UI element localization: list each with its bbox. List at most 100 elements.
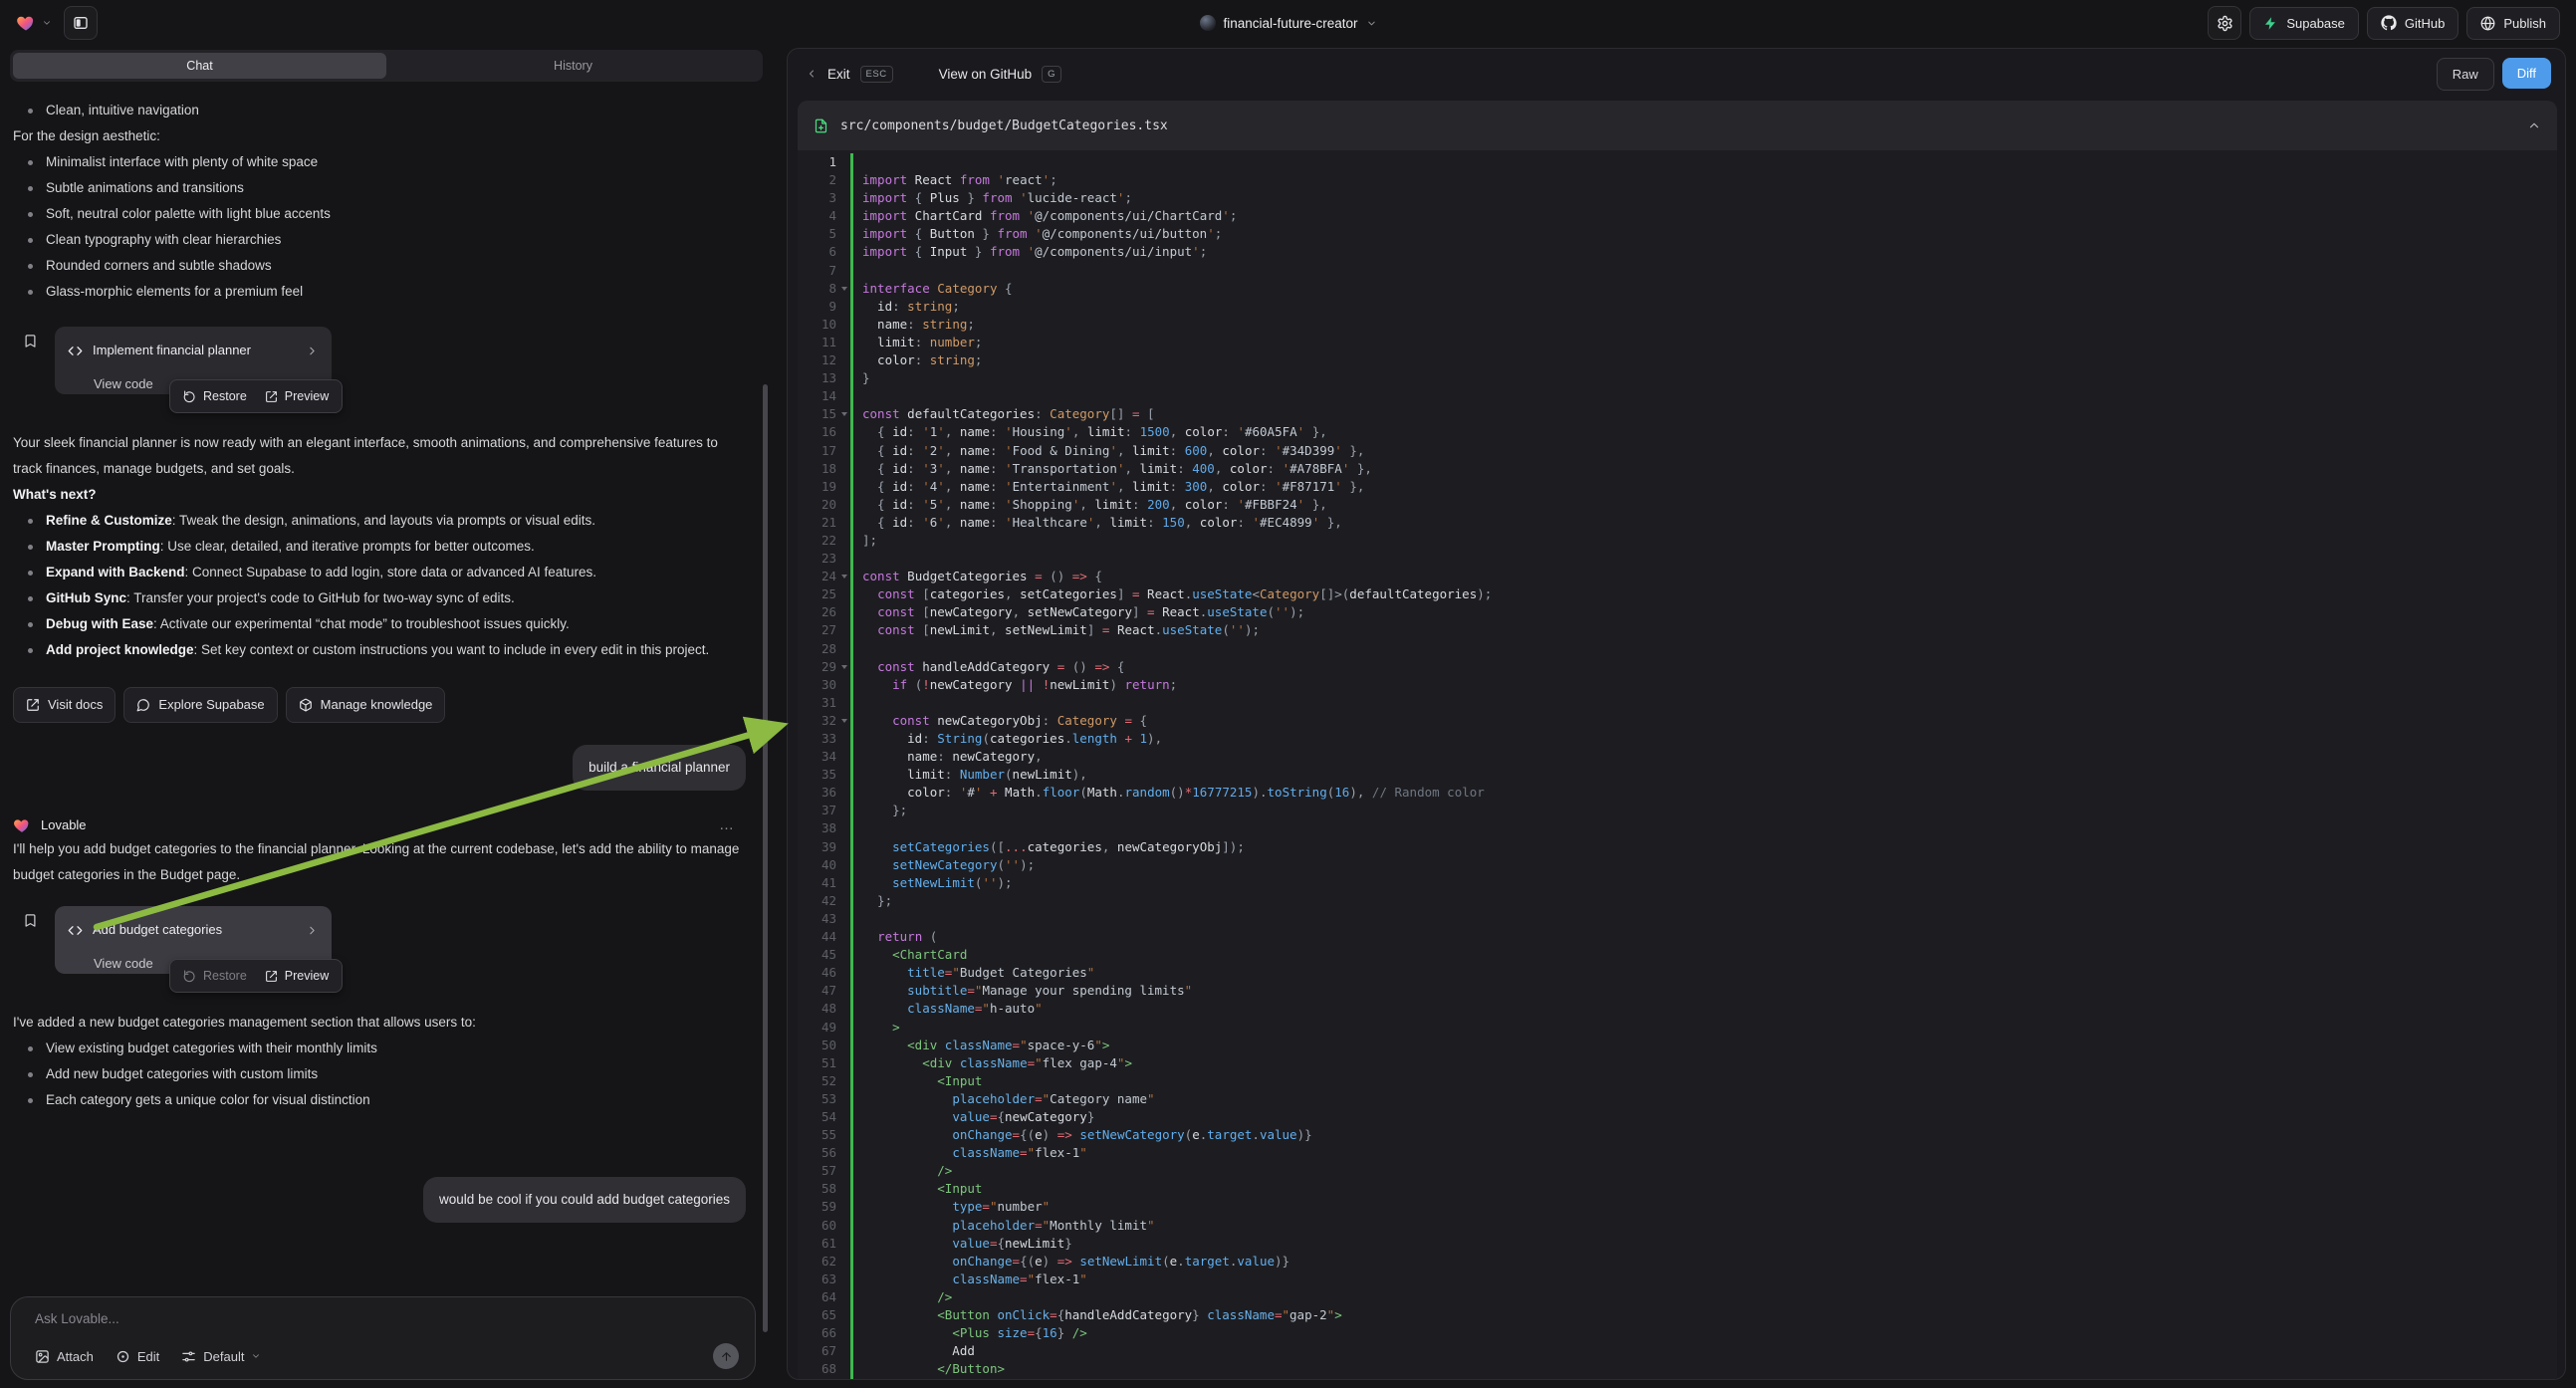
toggle-sidebar-button[interactable]: [64, 6, 98, 40]
user-message-row: build a financial planner: [13, 745, 746, 791]
restore-button[interactable]: Restore: [174, 380, 256, 412]
list-item: Minimalist interface with plenty of whit…: [13, 149, 746, 175]
explore-supabase-button[interactable]: Explore Supabase: [123, 687, 277, 723]
chat-scrollbar[interactable]: [763, 384, 768, 1332]
next-steps-list: Refine & Customize: Tweak the design, an…: [13, 508, 746, 663]
restore-button[interactable]: Restore: [174, 960, 256, 992]
exit-button[interactable]: Exit: [827, 67, 850, 82]
line-number: 60: [798, 1217, 850, 1235]
code-line: 42 };: [798, 892, 2557, 910]
attach-button[interactable]: Attach: [35, 1349, 94, 1364]
restore-icon: [183, 970, 196, 983]
code-line: 49 >: [798, 1019, 2557, 1037]
list-item: View existing budget categories with the…: [13, 1036, 746, 1061]
fold-chevron-icon[interactable]: [841, 575, 847, 578]
line-number: 55: [798, 1126, 850, 1144]
code-line: 12 color: string;: [798, 351, 2557, 369]
publish-button[interactable]: Publish: [2466, 7, 2560, 40]
line-number: 63: [798, 1271, 850, 1288]
line-number: 30: [798, 676, 850, 694]
list-item: Debug with Ease: Activate our experiment…: [13, 611, 746, 637]
message-menu-icon[interactable]: …: [719, 812, 736, 838]
supabase-button[interactable]: Supabase: [2249, 7, 2359, 40]
code-line: 68 </Button>: [798, 1360, 2557, 1378]
tab-chat[interactable]: Chat: [13, 53, 386, 79]
bookmark-icon[interactable]: [23, 333, 38, 349]
diff-toggle-button[interactable]: Diff: [2502, 58, 2551, 89]
line-number: 10: [798, 316, 850, 334]
send-button[interactable]: [713, 1343, 739, 1369]
design-heading: For the design aesthetic:: [13, 123, 746, 149]
model-selector[interactable]: Default: [181, 1349, 261, 1364]
code-line: 43: [798, 910, 2557, 928]
settings-button[interactable]: [2208, 6, 2241, 40]
code-line: 52 <Input: [798, 1072, 2557, 1090]
raw-toggle-button[interactable]: Raw: [2437, 58, 2494, 91]
code-line: 64 />: [798, 1288, 2557, 1306]
line-number: 49: [798, 1019, 850, 1037]
lovable-logo[interactable]: [16, 13, 36, 33]
fold-chevron-icon[interactable]: [841, 287, 847, 291]
visit-docs-button[interactable]: Visit docs: [13, 687, 116, 723]
tab-history[interactable]: History: [386, 53, 760, 79]
app-window: financial-future-creator Supabase GitHub…: [0, 0, 2576, 1388]
fold-chevron-icon[interactable]: [841, 665, 847, 669]
github-button[interactable]: GitHub: [2367, 7, 2459, 40]
code-line: 37 };: [798, 802, 2557, 819]
line-number: 14: [798, 387, 850, 405]
line-number: 46: [798, 964, 850, 982]
line-number: 36: [798, 784, 850, 802]
fold-chevron-icon[interactable]: [841, 412, 847, 416]
chevron-right-icon: [306, 345, 319, 357]
line-number: 56: [798, 1144, 850, 1162]
code-line: 59 type="number": [798, 1198, 2557, 1216]
g-shortcut-badge: G: [1042, 66, 1061, 83]
code-line: 26 const [newCategory, setNewCategory] =…: [798, 603, 2557, 621]
preview-button[interactable]: Preview: [256, 380, 338, 412]
line-number: 65: [798, 1306, 850, 1324]
line-number: 64: [798, 1288, 850, 1306]
chevron-up-icon[interactable]: [2527, 118, 2541, 132]
line-number: 40: [798, 856, 850, 874]
file-header[interactable]: src/components/budget/BudgetCategories.t…: [798, 101, 2557, 150]
line-number: 59: [798, 1198, 850, 1216]
bullet-list: Clean, intuitive navigation: [13, 98, 746, 123]
preview-button[interactable]: Preview: [256, 960, 338, 992]
assistant-paragraph: I've added a new budget categories manag…: [13, 1010, 746, 1036]
bookmark-icon[interactable]: [23, 912, 38, 929]
chat-input[interactable]: [35, 1311, 739, 1343]
code-line: 60 placeholder="Monthly limit": [798, 1217, 2557, 1235]
line-number: 67: [798, 1342, 850, 1360]
line-number: 54: [798, 1108, 850, 1126]
list-item: Master Prompting: Use clear, detailed, a…: [13, 534, 746, 560]
chat-bubble-icon: [136, 698, 150, 712]
code-panel-header: Exit ESC View on GitHub G Raw Diff: [788, 49, 2565, 99]
project-switcher[interactable]: financial-future-creator: [1199, 0, 1376, 46]
code-line: 22];: [798, 532, 2557, 550]
line-number: 22: [798, 532, 850, 550]
fold-chevron-icon[interactable]: [841, 719, 847, 723]
chevron-down-icon[interactable]: [42, 18, 52, 28]
code-editor[interactable]: 12import React from 'react';3import { Pl…: [798, 150, 2557, 1379]
chat-messages[interactable]: Clean, intuitive navigation For the desi…: [0, 90, 759, 1296]
edit-button[interactable]: Edit: [116, 1349, 159, 1364]
line-number: 34: [798, 748, 850, 766]
code-line: 38: [798, 819, 2557, 837]
line-number: 52: [798, 1072, 850, 1090]
list-item: GitHub Sync: Transfer your project's cod…: [13, 585, 746, 611]
code-line: 54 value={newCategory}: [798, 1108, 2557, 1126]
line-number: 31: [798, 694, 850, 712]
chevron-left-icon: [806, 68, 818, 80]
view-on-github-button[interactable]: View on GitHub: [939, 67, 1033, 82]
line-number: 2: [798, 171, 850, 189]
code-line: 57 />: [798, 1162, 2557, 1180]
code-line: 30 if (!newCategory || !newLimit) return…: [798, 676, 2557, 694]
code-icon: [68, 344, 83, 358]
list-item: Subtle animations and transitions: [13, 175, 746, 201]
code-line: 66 <Plus size={16} />: [798, 1324, 2557, 1342]
manage-knowledge-button[interactable]: Manage knowledge: [286, 687, 446, 723]
code-line: 21 { id: '6', name: 'Healthcare', limit:…: [798, 514, 2557, 532]
list-item: Add new budget categories with custom li…: [13, 1061, 746, 1087]
assistant-paragraph: Your sleek financial planner is now read…: [13, 430, 746, 482]
line-number: 4: [798, 207, 850, 225]
